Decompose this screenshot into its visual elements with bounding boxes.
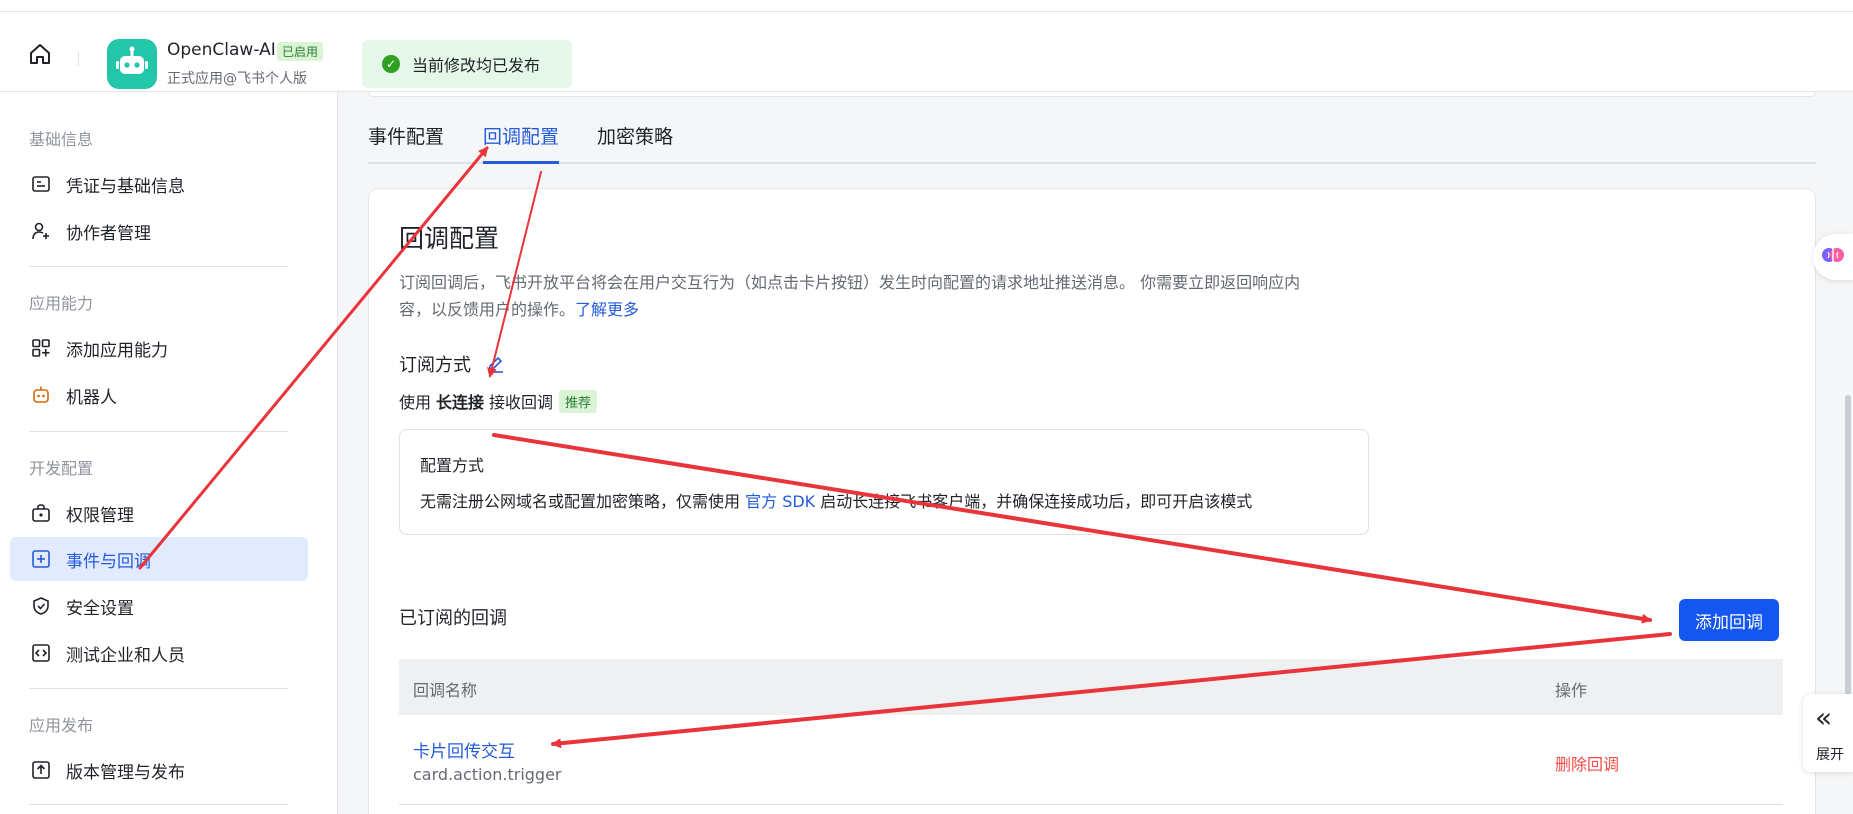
sidebar-section-basic: 基础信息 xyxy=(29,130,94,149)
sidebar-item-collaborators[interactable]: 协作者管理 xyxy=(10,209,308,253)
publish-status-text: 当前修改均已发布 xyxy=(412,56,541,75)
sidebar-item-add-capability[interactable]: 添加应用能力 xyxy=(10,326,308,370)
delete-callback-link[interactable]: 删除回调 xyxy=(1555,751,1619,775)
header-bar: OpenClaw-AI 已启用 正式应用@飞书个人版 ✓ 当前修改均已发布 xyxy=(0,12,1853,92)
lock-bag-icon xyxy=(30,502,52,524)
sidebar-item-label: 添加应用能力 xyxy=(66,340,168,361)
app-name: OpenClaw-AI xyxy=(167,40,276,60)
shield-icon xyxy=(30,595,52,617)
sidebar-section-release: 应用发布 xyxy=(29,716,94,735)
sidebar: 基础信息 凭证与基础信息 协作者管理 应用能力 添加应用能力 机器人 开发配置 … xyxy=(0,92,338,814)
official-sdk-link[interactable]: 官方 SDK xyxy=(745,492,815,511)
sidebar-item-security[interactable]: 安全设置 xyxy=(10,584,308,628)
expand-label: 展开 xyxy=(1816,747,1844,763)
callback-config-card: 回调配置 订阅回调后，飞书开放平台将会在用户交互行为（如点击卡片按钮）发生时向配… xyxy=(368,188,1816,814)
sidebar-divider xyxy=(29,804,288,805)
sidebar-item-label: 凭证与基础信息 xyxy=(66,176,185,197)
sidebar-item-label: 协作者管理 xyxy=(66,223,151,244)
sidebar-divider xyxy=(29,688,288,689)
callback-code: card.action.trigger xyxy=(413,765,562,784)
desc-line-1: 订阅回调后，飞书开放平台将会在用户交互行为（如点击卡片按钮）发生时向配置的请求地… xyxy=(399,273,1301,292)
table-row: 卡片回传交互 card.action.trigger 删除回调 xyxy=(399,715,1783,805)
subscribe-method-label: 订阅方式 xyxy=(399,355,471,376)
column-actions: 操作 xyxy=(1555,681,1588,700)
config-text-part2: 启动长连接飞书客户端，并确保连接成功后，即可开启该模式 xyxy=(820,492,1253,511)
home-icon[interactable] xyxy=(26,40,54,68)
header-divider xyxy=(78,52,79,66)
top-strip xyxy=(0,0,1853,12)
scrollbar-thumb[interactable] xyxy=(1845,395,1851,695)
sidebar-item-label: 版本管理与发布 xyxy=(66,762,185,783)
tab-bar: 事件配置 回调配置 加密策略 xyxy=(368,122,1816,164)
sidebar-divider xyxy=(29,431,288,432)
sidebar-item-label: 安全设置 xyxy=(66,598,134,619)
event-icon xyxy=(30,548,52,570)
double-chevron-left-icon: « xyxy=(1815,701,1833,734)
upload-icon xyxy=(30,759,52,781)
use-suffix: 接收回调 xyxy=(489,393,554,412)
sidebar-item-test-users[interactable]: 测试企业和人员 xyxy=(10,631,308,675)
column-callback-name: 回调名称 xyxy=(413,681,478,700)
subscribed-callbacks-title: 已订阅的回调 xyxy=(399,608,507,629)
connection-mode: 使用 长连接 接收回调 推荐 xyxy=(399,389,598,413)
sidebar-item-label: 事件与回调 xyxy=(66,551,151,572)
sidebar-item-label: 测试企业和人员 xyxy=(66,645,185,666)
sidebar-item-label: 机器人 xyxy=(66,387,117,408)
sidebar-item-credentials[interactable]: 凭证与基础信息 xyxy=(10,162,308,206)
code-icon xyxy=(30,642,52,664)
tab-callback-config[interactable]: 回调配置 xyxy=(483,122,560,164)
subscribe-method: 订阅方式 xyxy=(399,351,505,377)
add-callback-button[interactable]: 添加回调 xyxy=(1679,599,1779,641)
apps-add-icon xyxy=(30,337,52,359)
main-content: 事件配置 回调配置 加密策略 回调配置 订阅回调后，飞书开放平台将会在用户交互行… xyxy=(338,92,1853,814)
config-method-title: 配置方式 xyxy=(420,456,485,475)
recommend-badge: 推荐 xyxy=(559,389,598,413)
config-method-text: 无需注册公网域名或配置加密策略，仅需使用 官方 SDK 启动长连接飞书客户端，并… xyxy=(420,488,1252,512)
sidebar-item-label: 权限管理 xyxy=(66,505,134,526)
edit-pencil-icon[interactable] xyxy=(487,355,505,373)
callback-name-link[interactable]: 卡片回传交互 xyxy=(413,737,515,762)
credential-icon xyxy=(30,173,52,195)
desc-line-2: 容，以反馈用户的操作。 xyxy=(399,300,576,319)
robot-icon xyxy=(30,384,52,406)
user-add-icon xyxy=(30,220,52,242)
tab-event-config[interactable]: 事件配置 xyxy=(368,122,444,161)
app-subtitle: 正式应用@飞书个人版 xyxy=(167,71,307,87)
use-prefix: 使用 xyxy=(399,393,432,412)
app-robot-icon xyxy=(107,39,157,89)
card-title: 回调配置 xyxy=(399,224,500,253)
previous-card-edge xyxy=(368,92,1816,97)
card-description: 订阅回调后，飞书开放平台将会在用户交互行为（如点击卡片按钮）发生时向配置的请求地… xyxy=(399,269,1389,323)
check-circle-icon: ✓ xyxy=(382,55,400,73)
sidebar-item-permissions[interactable]: 权限管理 xyxy=(10,491,308,535)
table-header: 回调名称 操作 xyxy=(399,659,1783,715)
sidebar-divider xyxy=(29,266,288,267)
config-method-box: 配置方式 无需注册公网域名或配置加密策略，仅需使用 官方 SDK 启动长连接飞书… xyxy=(399,429,1369,535)
sidebar-item-versions[interactable]: 版本管理与发布 xyxy=(10,748,308,792)
tab-encryption[interactable]: 加密策略 xyxy=(597,122,673,161)
ai-assistant-button[interactable] xyxy=(1813,234,1853,280)
sidebar-section-dev: 开发配置 xyxy=(29,459,94,478)
sidebar-item-events[interactable]: 事件与回调 xyxy=(10,537,308,581)
sidebar-item-robot[interactable]: 机器人 xyxy=(10,373,308,417)
app-status-badge: 已启用 xyxy=(277,42,324,61)
learn-more-link[interactable]: 了解更多 xyxy=(575,300,639,319)
expand-panel-button[interactable]: « 展开 xyxy=(1803,694,1853,772)
sidebar-section-capability: 应用能力 xyxy=(29,294,94,313)
config-text-part1: 无需注册公网域名或配置加密策略，仅需使用 xyxy=(420,492,741,511)
publish-status: ✓ 当前修改均已发布 xyxy=(362,40,572,88)
long-connection-label: 长连接 xyxy=(436,393,485,412)
brain-icon xyxy=(1820,242,1846,272)
